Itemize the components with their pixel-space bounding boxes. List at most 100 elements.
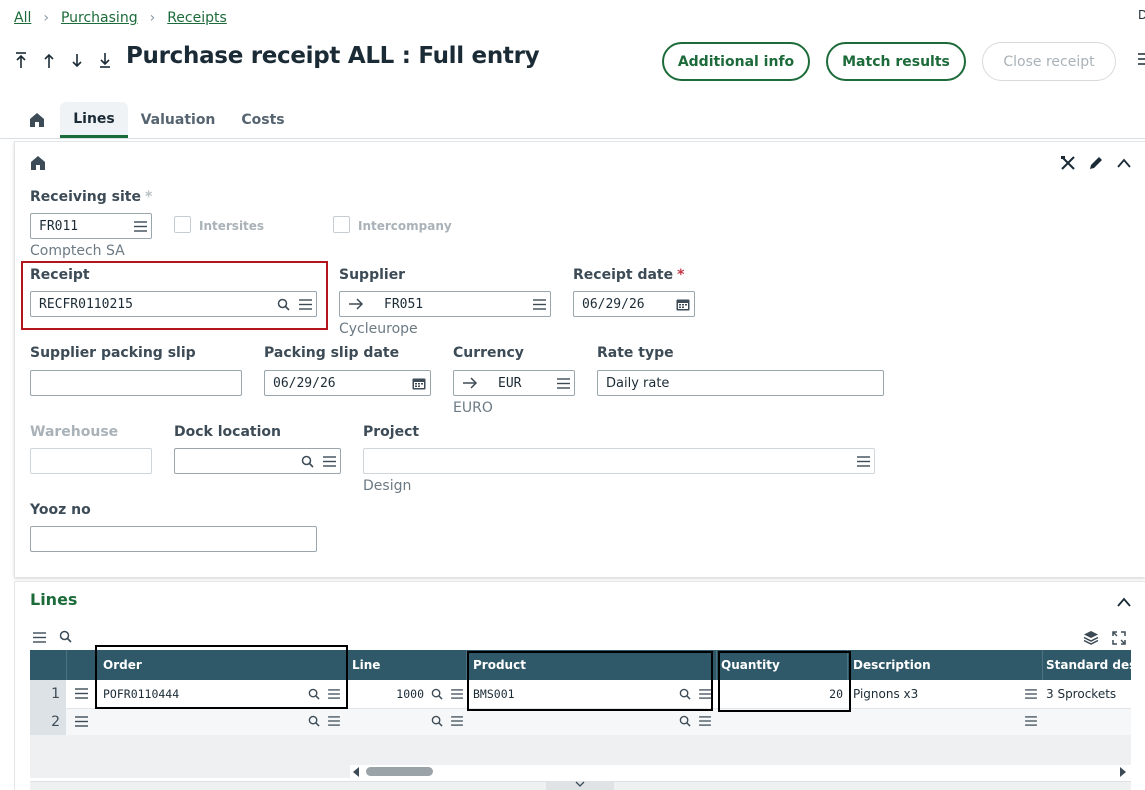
previous-record-icon[interactable] bbox=[42, 50, 56, 70]
additional-info-button[interactable]: Additional info bbox=[662, 42, 810, 81]
row-menu-icon[interactable] bbox=[75, 716, 88, 727]
warehouse-field[interactable] bbox=[30, 448, 152, 474]
intercompany-label: Intercompany bbox=[358, 219, 452, 233]
close-receipt-button[interactable]: Close receipt bbox=[982, 42, 1116, 81]
breadcrumb-receipts[interactable]: Receipts bbox=[167, 10, 227, 26]
list-icon[interactable] bbox=[318, 449, 340, 473]
calendar-icon[interactable] bbox=[672, 292, 694, 316]
grid-search-icon[interactable] bbox=[59, 630, 72, 647]
lines-collapse-icon[interactable] bbox=[1116, 596, 1132, 612]
receiving-site-field[interactable]: FR011 bbox=[30, 213, 152, 239]
calendar-icon[interactable] bbox=[408, 371, 430, 395]
breadcrumb: All › Purchasing › Receipts bbox=[14, 8, 227, 28]
horizontal-scrollbar[interactable] bbox=[350, 765, 1131, 778]
supplier-field[interactable]: FR051 bbox=[339, 291, 551, 317]
list-icon[interactable] bbox=[528, 292, 550, 316]
layers-icon[interactable] bbox=[1083, 630, 1099, 649]
yooz-no-label: Yooz no bbox=[30, 502, 91, 518]
collapse-icon[interactable] bbox=[1116, 157, 1132, 173]
list-icon[interactable] bbox=[451, 689, 463, 699]
column-header-line[interactable]: Line bbox=[352, 650, 381, 680]
match-results-button[interactable]: Match results bbox=[826, 42, 966, 81]
tab-costs[interactable]: Costs bbox=[228, 102, 298, 138]
resize-handle[interactable] bbox=[546, 781, 614, 790]
rate-type-label: Rate type bbox=[597, 345, 674, 361]
list-icon[interactable] bbox=[294, 292, 316, 316]
cell-description[interactable]: Pignons x3 bbox=[853, 680, 918, 708]
project-label: Project bbox=[363, 424, 420, 440]
tab-home[interactable] bbox=[14, 102, 60, 138]
rate-type-field[interactable]: Daily rate bbox=[597, 370, 884, 396]
list-icon[interactable] bbox=[852, 449, 874, 473]
page-title: Purchase receipt ALL : Full entry bbox=[126, 43, 540, 69]
first-record-icon[interactable] bbox=[14, 50, 28, 70]
breadcrumb-purchasing[interactable]: Purchasing bbox=[61, 10, 138, 26]
cell-line[interactable]: 1000 bbox=[352, 680, 424, 708]
currency-field[interactable]: EUR bbox=[453, 370, 575, 396]
product-column-highlight bbox=[467, 651, 713, 711]
intersites-checkbox[interactable] bbox=[174, 216, 191, 233]
last-record-icon[interactable] bbox=[98, 50, 112, 70]
overflow-glyph: D bbox=[1138, 8, 1145, 22]
list-icon[interactable] bbox=[451, 716, 463, 726]
tab-lines[interactable]: Lines bbox=[60, 102, 128, 138]
search-icon[interactable] bbox=[296, 449, 318, 473]
intersites-label: Intersites bbox=[199, 219, 265, 233]
warehouse-label: Warehouse bbox=[30, 424, 119, 440]
section-home-icon bbox=[30, 155, 46, 175]
search-icon[interactable] bbox=[431, 715, 443, 727]
packing-slip-date-field[interactable]: 06/29/26 bbox=[264, 370, 431, 396]
row-menu-icon[interactable] bbox=[75, 688, 88, 699]
tabs-divider bbox=[0, 138, 1145, 139]
project-field[interactable] bbox=[363, 448, 875, 474]
project-desc: Design bbox=[363, 478, 412, 494]
list-icon[interactable] bbox=[129, 214, 151, 238]
row-number: 2 bbox=[51, 713, 60, 730]
list-icon[interactable] bbox=[1025, 689, 1037, 699]
intercompany-checkbox[interactable] bbox=[333, 216, 350, 233]
chevron-down-icon bbox=[575, 781, 585, 787]
tab-bar: Lines Valuation Costs bbox=[14, 102, 298, 138]
list-icon[interactable] bbox=[1025, 716, 1037, 726]
expand-icon[interactable] bbox=[1112, 631, 1126, 649]
arrow-right-icon[interactable] bbox=[348, 298, 374, 310]
scroll-right-icon[interactable] bbox=[1119, 766, 1127, 781]
row-number: 1 bbox=[51, 686, 60, 702]
grid-menu-icon[interactable] bbox=[33, 632, 46, 647]
supplier-label: Supplier bbox=[339, 267, 406, 283]
arrow-right-icon[interactable] bbox=[462, 377, 488, 389]
scrollbar-thumb[interactable] bbox=[366, 767, 433, 776]
breadcrumb-all[interactable]: All bbox=[14, 10, 31, 26]
edit-icon[interactable] bbox=[1088, 155, 1104, 175]
lines-section-title: Lines bbox=[30, 590, 78, 609]
receipt-date-field[interactable]: 06/29/26 bbox=[573, 291, 695, 317]
supplier-packing-slip-label: Supplier packing slip bbox=[30, 345, 196, 361]
currency-label: Currency bbox=[453, 345, 524, 361]
next-record-icon[interactable] bbox=[70, 50, 84, 70]
tab-valuation[interactable]: Valuation bbox=[128, 102, 228, 138]
column-header-standard-desc[interactable]: Standard desc bbox=[1046, 650, 1131, 680]
cell-standard-desc[interactable]: 3 Sprockets bbox=[1046, 680, 1131, 708]
column-header-description[interactable]: Description bbox=[853, 650, 931, 680]
scroll-left-icon[interactable] bbox=[352, 766, 360, 781]
search-icon[interactable] bbox=[272, 292, 294, 316]
list-icon[interactable] bbox=[552, 371, 574, 395]
list-icon[interactable] bbox=[328, 716, 340, 726]
receipt-field[interactable]: RECFR0110215 bbox=[30, 291, 317, 317]
table-row[interactable] bbox=[30, 708, 1131, 735]
record-navigation bbox=[14, 50, 112, 70]
order-column-highlight bbox=[95, 645, 348, 709]
chevron-right-icon: › bbox=[43, 10, 49, 26]
chevron-right-icon: › bbox=[149, 10, 156, 26]
yooz-no-field[interactable] bbox=[30, 526, 317, 552]
packing-slip-date-label: Packing slip date bbox=[264, 345, 400, 361]
list-icon[interactable] bbox=[699, 716, 711, 726]
search-icon[interactable] bbox=[431, 688, 443, 700]
search-icon[interactable] bbox=[679, 715, 691, 727]
supplier-packing-slip-field[interactable] bbox=[30, 370, 242, 396]
quantity-column-highlight bbox=[718, 651, 851, 712]
tools-icon[interactable] bbox=[1060, 155, 1076, 175]
search-icon[interactable] bbox=[308, 715, 320, 727]
menu-icon[interactable] bbox=[1138, 52, 1145, 70]
dock-location-field[interactable] bbox=[174, 448, 341, 474]
